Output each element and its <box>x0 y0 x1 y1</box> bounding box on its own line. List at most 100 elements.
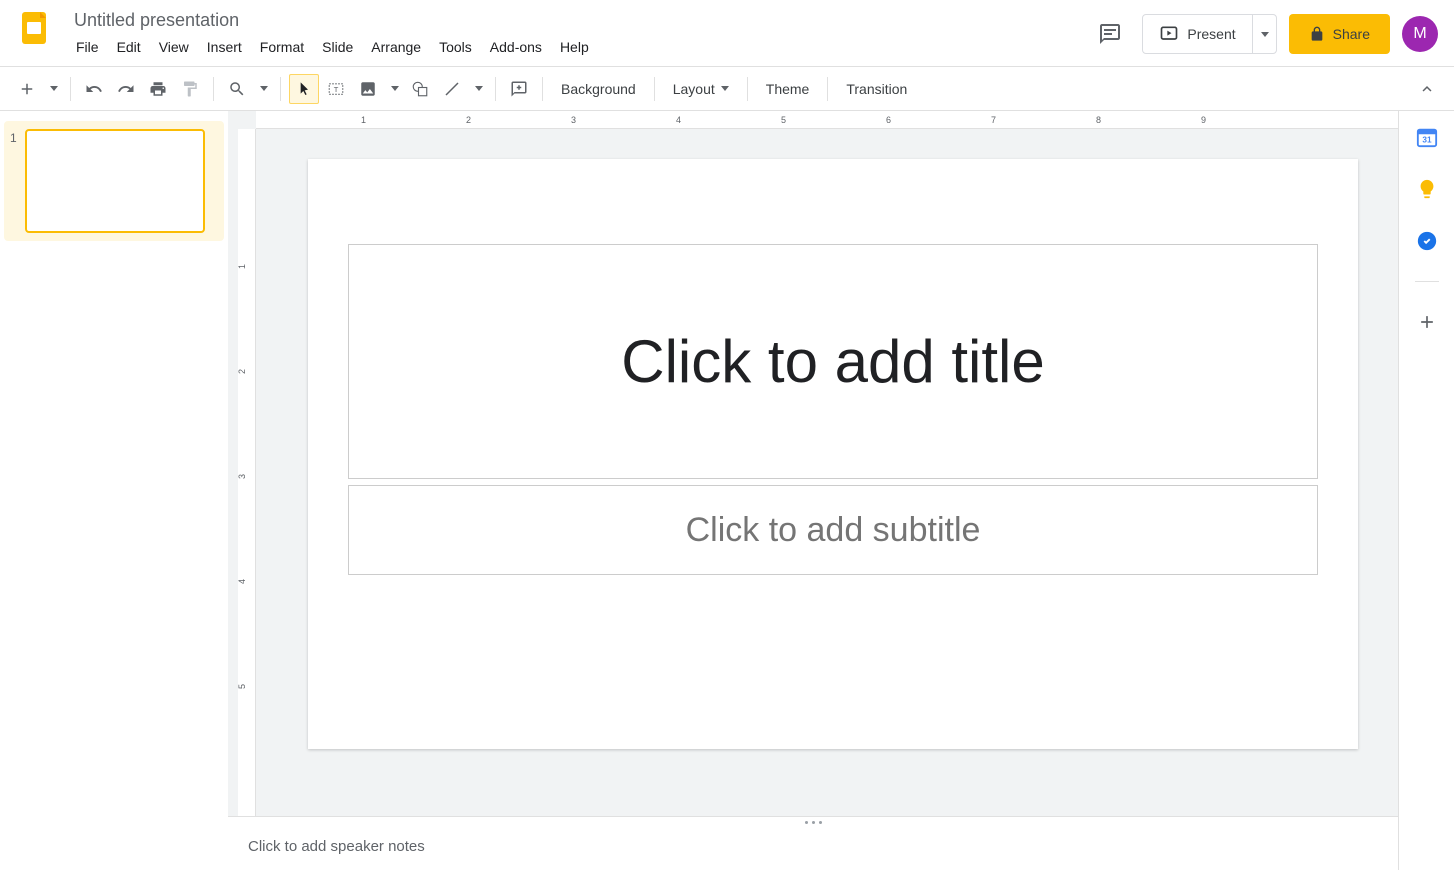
menu-file[interactable]: File <box>68 35 107 59</box>
redo-button[interactable] <box>111 74 141 104</box>
separator <box>654 77 655 101</box>
chevron-down-icon <box>475 86 483 91</box>
side-panel-separator <box>1415 281 1439 282</box>
filmstrip[interactable]: 1 <box>0 111 228 870</box>
new-slide-dropdown[interactable] <box>44 74 62 104</box>
menu-edit[interactable]: Edit <box>109 35 149 59</box>
present-dropdown[interactable] <box>1252 15 1276 53</box>
shape-tool[interactable] <box>405 74 435 104</box>
menu-tools[interactable]: Tools <box>431 35 480 59</box>
separator <box>213 77 214 101</box>
menu-arrange[interactable]: Arrange <box>363 35 429 59</box>
layout-label: Layout <box>673 81 715 97</box>
image-tool[interactable] <box>353 74 383 104</box>
separator <box>495 77 496 101</box>
toolbar: T Background Layout Theme Transition <box>0 67 1454 111</box>
document-title[interactable]: Untitled presentation <box>68 8 245 33</box>
comment-tool[interactable] <box>504 74 534 104</box>
textbox-tool[interactable]: T <box>321 74 351 104</box>
add-comment-icon <box>510 80 528 98</box>
chevron-down-icon <box>391 86 399 91</box>
separator <box>280 77 281 101</box>
comments-button[interactable] <box>1090 14 1130 54</box>
subtitle-placeholder-text: Click to add subtitle <box>686 511 981 550</box>
present-icon <box>1159 24 1179 44</box>
subtitle-placeholder[interactable]: Click to add subtitle <box>348 485 1318 575</box>
lock-icon <box>1309 26 1325 42</box>
print-icon <box>149 80 167 98</box>
top-actions: Present Share M <box>1090 14 1438 54</box>
editor-area: 1 2 3 4 5 6 7 8 9 1 2 3 4 5 Click to add… <box>228 111 1398 870</box>
side-panel: 31 <box>1398 111 1454 870</box>
background-button[interactable]: Background <box>551 74 646 104</box>
textbox-icon: T <box>327 80 345 98</box>
paint-format-button[interactable] <box>175 74 205 104</box>
select-tool[interactable] <box>289 74 319 104</box>
menu-slide[interactable]: Slide <box>314 35 361 59</box>
line-icon <box>443 80 461 98</box>
slides-logo[interactable] <box>16 10 56 50</box>
new-slide-button[interactable] <box>12 74 42 104</box>
menu-insert[interactable]: Insert <box>199 35 250 59</box>
theme-button[interactable]: Theme <box>756 74 820 104</box>
present-group: Present <box>1142 14 1276 54</box>
present-label: Present <box>1187 26 1235 42</box>
slide-number: 1 <box>10 131 17 145</box>
paint-roller-icon <box>181 80 199 98</box>
share-button[interactable]: Share <box>1289 14 1390 54</box>
menu-help[interactable]: Help <box>552 35 597 59</box>
layout-button[interactable]: Layout <box>663 74 739 104</box>
notes-drag-handle[interactable] <box>228 816 1398 828</box>
zoom-icon <box>228 80 246 98</box>
chevron-down-icon <box>50 86 58 91</box>
chevron-up-icon <box>1418 80 1436 98</box>
chevron-down-icon <box>260 86 268 91</box>
separator <box>747 77 748 101</box>
slide-thumbnail[interactable] <box>25 129 205 233</box>
plus-icon <box>1417 312 1437 332</box>
line-dropdown[interactable] <box>469 74 487 104</box>
keep-app-icon[interactable] <box>1415 177 1439 201</box>
collapse-toolbar-button[interactable] <box>1412 74 1442 104</box>
separator <box>70 77 71 101</box>
canvas[interactable]: Click to add title Click to add subtitle <box>228 129 1398 816</box>
plus-icon <box>18 80 36 98</box>
transition-button[interactable]: Transition <box>836 74 917 104</box>
redo-icon <box>117 80 135 98</box>
header: Untitled presentation File Edit View Ins… <box>0 0 1454 67</box>
add-addon-button[interactable] <box>1415 310 1439 334</box>
share-label: Share <box>1333 26 1370 42</box>
shape-icon <box>411 80 429 98</box>
menu-view[interactable]: View <box>151 35 197 59</box>
menu-format[interactable]: Format <box>252 35 312 59</box>
undo-icon <box>85 80 103 98</box>
chevron-down-icon <box>721 86 729 91</box>
line-tool[interactable] <box>437 74 467 104</box>
calendar-app-icon[interactable]: 31 <box>1415 125 1439 149</box>
present-button[interactable]: Present <box>1143 15 1251 53</box>
menu-addons[interactable]: Add-ons <box>482 35 550 59</box>
menu-bar: File Edit View Insert Format Slide Arran… <box>68 35 1090 59</box>
title-placeholder-text: Click to add title <box>621 327 1045 396</box>
tasks-app-icon[interactable] <box>1415 229 1439 253</box>
chevron-down-icon <box>1261 32 1269 37</box>
zoom-dropdown[interactable] <box>254 74 272 104</box>
image-icon <box>359 80 377 98</box>
undo-button[interactable] <box>79 74 109 104</box>
title-placeholder[interactable]: Click to add title <box>348 244 1318 479</box>
svg-text:T: T <box>334 85 339 94</box>
speaker-notes[interactable]: Click to add speaker notes <box>228 828 1398 870</box>
horizontal-ruler[interactable]: 1 2 3 4 5 6 7 8 9 <box>256 111 1398 129</box>
slide-thumbnail-row[interactable]: 1 <box>4 121 224 241</box>
separator <box>542 77 543 101</box>
cursor-icon <box>296 81 312 97</box>
zoom-button[interactable] <box>222 74 252 104</box>
separator <box>827 77 828 101</box>
comment-icon <box>1098 22 1122 46</box>
avatar[interactable]: M <box>1402 16 1438 52</box>
slide[interactable]: Click to add title Click to add subtitle <box>308 159 1358 749</box>
main: 1 1 2 3 4 5 6 7 8 9 1 2 3 4 5 Click to a… <box>0 111 1454 870</box>
title-area: Untitled presentation File Edit View Ins… <box>68 8 1090 59</box>
print-button[interactable] <box>143 74 173 104</box>
image-dropdown[interactable] <box>385 74 403 104</box>
